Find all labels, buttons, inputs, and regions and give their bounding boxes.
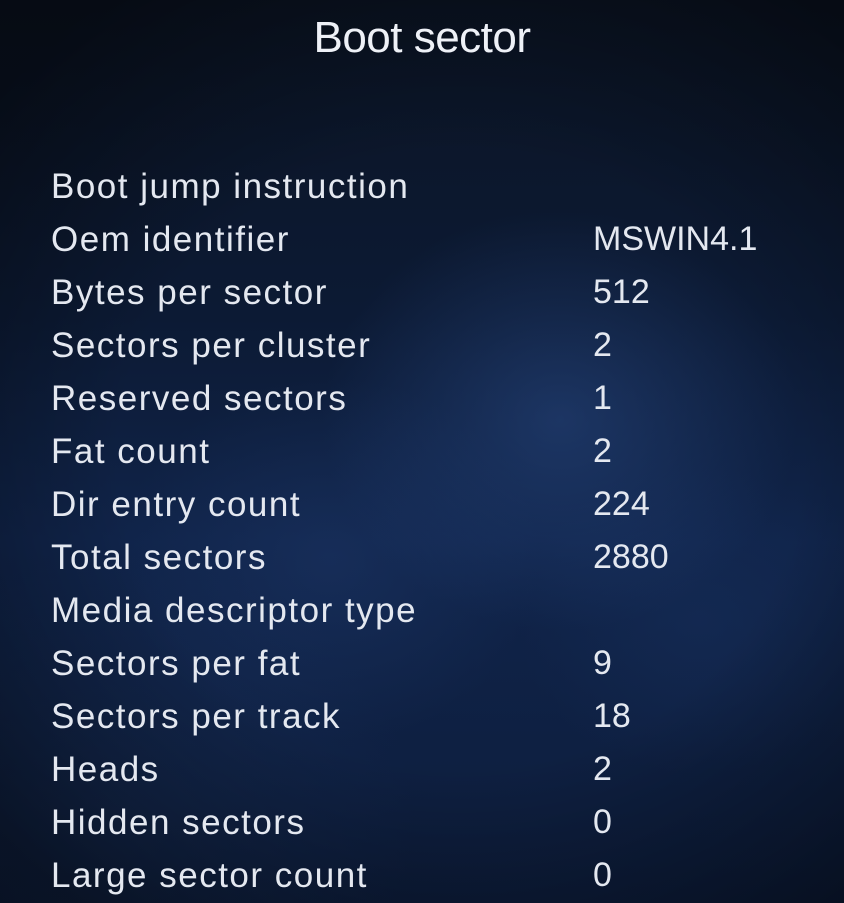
field-row-heads: Heads 2	[51, 743, 831, 796]
field-row-boot-jump-instruction: Boot jump instruction	[51, 160, 831, 213]
field-value: 2	[593, 432, 612, 470]
field-row-total-sectors: Total sectors 2880	[51, 531, 831, 584]
boot-sector-field-list: Boot jump instruction Oem identifier MSW…	[51, 160, 831, 902]
field-row-media-descriptor-type: Media descriptor type	[51, 584, 831, 637]
field-value: MSWIN4.1	[593, 220, 758, 258]
field-label: Sectors per fat	[51, 643, 302, 683]
field-value: 512	[593, 273, 650, 311]
field-row-dir-entry-count: Dir entry count 224	[51, 478, 831, 531]
field-row-sectors-per-track: Sectors per track 18	[51, 690, 831, 743]
field-label: Large sector count	[51, 855, 368, 895]
field-value: 1	[593, 379, 612, 417]
field-label: Media descriptor type	[51, 590, 418, 630]
field-value: 9	[593, 644, 612, 682]
field-label: Bytes per sector	[51, 272, 328, 312]
field-label: Total sectors	[51, 537, 267, 577]
field-label: Sectors per cluster	[51, 325, 372, 365]
field-row-hidden-sectors: Hidden sectors 0	[51, 796, 831, 849]
field-label: Sectors per track	[51, 696, 342, 736]
field-label: Reserved sectors	[51, 378, 348, 418]
field-row-sectors-per-cluster: Sectors per cluster 2	[51, 319, 831, 372]
field-label: Dir entry count	[51, 484, 302, 524]
field-row-reserved-sectors: Reserved sectors 1	[51, 372, 831, 425]
page-title: Boot sector	[313, 13, 531, 62]
field-label: Heads	[51, 749, 160, 789]
field-value: 2	[593, 750, 612, 788]
field-row-sectors-per-fat: Sectors per fat 9	[51, 637, 831, 690]
field-label: Boot jump instruction	[51, 166, 410, 206]
field-value: 2880	[593, 538, 669, 576]
field-value: 224	[593, 485, 650, 523]
field-value: 0	[593, 856, 612, 894]
field-row-fat-count: Fat count 2	[51, 425, 831, 478]
field-value: 0	[593, 803, 612, 841]
field-row-oem-identifier: Oem identifier MSWIN4.1	[51, 213, 831, 266]
field-label: Hidden sectors	[51, 802, 306, 842]
field-label: Oem identifier	[51, 219, 290, 259]
field-value: 2	[593, 326, 612, 364]
field-label: Fat count	[51, 431, 211, 471]
field-row-bytes-per-sector: Bytes per sector 512	[51, 266, 831, 319]
field-row-large-sector-count: Large sector count 0	[51, 849, 831, 902]
field-value: 18	[593, 697, 631, 735]
